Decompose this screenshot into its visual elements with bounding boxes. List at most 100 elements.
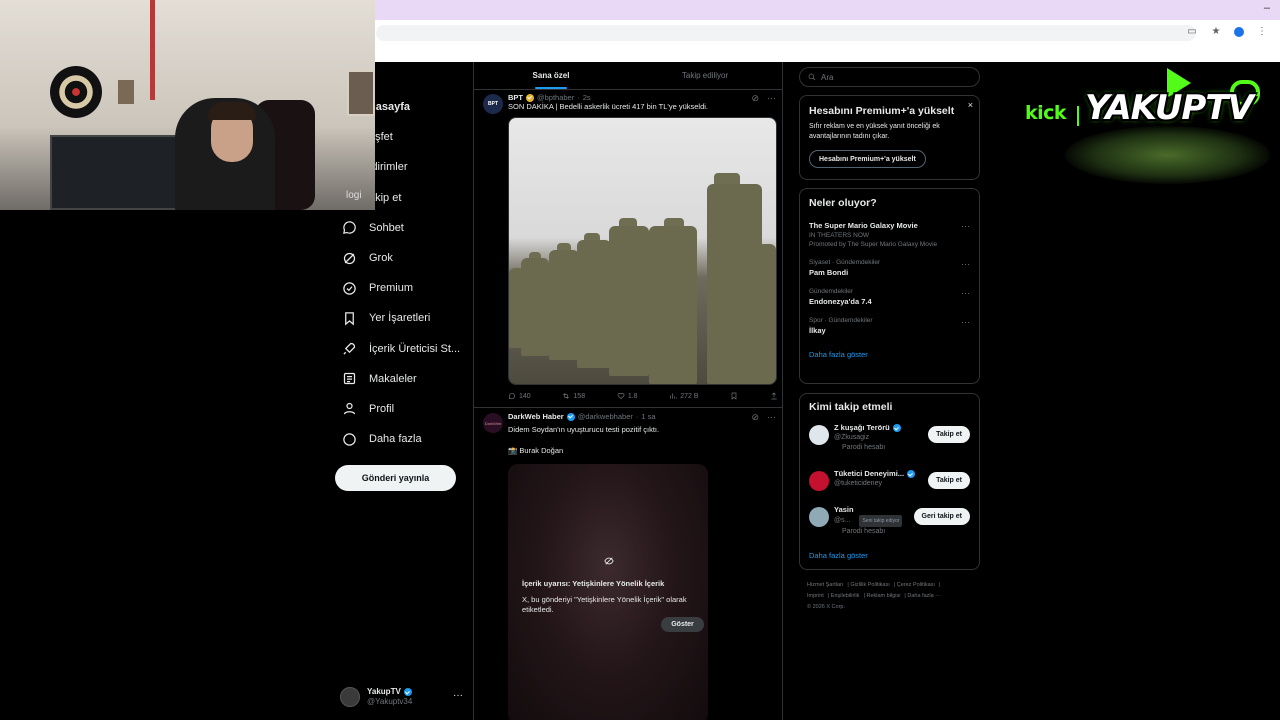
tweet-time[interactable]: 2s xyxy=(583,93,591,102)
soldiers-photo xyxy=(509,118,776,384)
avatar xyxy=(809,507,829,527)
retweet-button[interactable]: 158 xyxy=(562,392,585,400)
more-options-icon[interactable]: ··· xyxy=(961,221,970,231)
post-button[interactable]: Gönderi yayınla xyxy=(335,465,456,491)
verified-badge-icon xyxy=(403,688,412,696)
sidebar-item-more[interactable]: Daha fazla xyxy=(330,424,470,454)
who-to-follow-show-more-link[interactable]: Daha fazla göster xyxy=(800,551,979,560)
search-box[interactable] xyxy=(799,67,980,87)
reply-button[interactable]: 140 xyxy=(508,392,531,400)
more-icon xyxy=(340,430,358,448)
more-options-icon[interactable]: ··· xyxy=(961,317,970,327)
sidebar-item-label: nasayfa xyxy=(369,101,410,114)
extension-icon[interactable] xyxy=(1234,27,1244,37)
tweet-author-handle[interactable]: @darkwebhaber xyxy=(578,412,633,421)
footer-link[interactable]: Imprint xyxy=(807,593,824,599)
stream-logo-overlay: kick YAKUPTV xyxy=(1025,66,1270,186)
grok-icon[interactable]: ⊘ xyxy=(751,93,759,104)
minimize-icon[interactable]: – xyxy=(1264,2,1270,14)
premium-description: Sıfır reklam ve en yüksek yanıt önceliği… xyxy=(809,123,940,140)
tab-for-you[interactable]: Sana özel xyxy=(474,62,628,89)
follow-suggestion[interactable]: Tüketici Deneyimi... @tuketicideney Taki… xyxy=(800,469,979,505)
follow-suggestion[interactable]: Yasin @s... Seni takip ediyor Parodi hesa… xyxy=(800,505,979,541)
follow-button[interactable]: Takip et xyxy=(928,472,970,489)
tweet-time[interactable]: 1 sa xyxy=(641,412,655,421)
tweet-author-name[interactable]: BPT xyxy=(508,93,523,102)
grok-icon xyxy=(340,249,358,267)
sidebar-item-premium[interactable]: Premium xyxy=(330,273,470,303)
tweet-actions: 140 158 1.8 272 B xyxy=(508,392,778,400)
trend-item[interactable]: The Super Mario Galaxy Movie IN THEATERS… xyxy=(800,221,979,248)
parody-label: Parodi hesabı xyxy=(842,444,886,451)
avatar xyxy=(809,471,829,491)
footer-link[interactable]: Daha fazla ··· xyxy=(907,593,940,599)
sidebar-item-creator-studio[interactable]: İçerik Üreticisi St... xyxy=(330,334,470,364)
trend-item[interactable]: Spor · Gündemdekiler İlkay ··· xyxy=(800,317,979,335)
tweet-author-name[interactable]: DarkWeb Haber xyxy=(508,412,564,421)
hidden-eye-icon xyxy=(604,557,614,565)
sensitive-media[interactable]: İçerik uyarısı: Yetişkinlere Yönelik İçe… xyxy=(508,464,708,720)
sidebar-item-grok[interactable]: Grok xyxy=(330,243,470,273)
footer-link[interactable]: Hizmet Şartları xyxy=(807,582,843,588)
footer-link[interactable]: Erişilebilirlik xyxy=(831,593,860,599)
sidebar-item-articles[interactable]: Makaleler xyxy=(330,364,470,394)
like-button[interactable]: 1.8 xyxy=(617,392,638,400)
sidebar-item-label: Sohbet xyxy=(369,221,404,234)
footer-link[interactable]: Gizlilik Politikası xyxy=(850,582,889,588)
account-switcher[interactable]: YakupTV @Yakuptv34 ··· xyxy=(340,685,465,709)
trends-show-more-link[interactable]: Daha fazla göster xyxy=(800,350,979,359)
follows-you-badge: Seni takip ediyor xyxy=(859,515,903,527)
who-to-follow-title: Kimi takip etmeli xyxy=(809,401,893,413)
premium-upsell-card: × Hesabını Premium+'a yükselt Sıfır rekl… xyxy=(799,95,980,180)
tweet-photo[interactable] xyxy=(508,117,777,385)
monitor xyxy=(50,135,180,210)
avatar[interactable]: DarkWeb xyxy=(483,413,503,433)
sidebar-item-chat[interactable]: Sohbet xyxy=(330,213,470,243)
trends-card: Neler oluyor? The Super Mario Galaxy Mov… xyxy=(799,188,980,384)
search-input[interactable] xyxy=(821,72,971,82)
premium-upgrade-button[interactable]: Hesabını Premium+'a yükselt xyxy=(809,150,926,168)
tweet-author-handle[interactable]: @bpthaber xyxy=(537,93,574,102)
close-icon[interactable]: × xyxy=(968,100,973,110)
dartboard xyxy=(50,66,102,118)
more-options-icon[interactable]: ··· xyxy=(767,412,776,423)
trend-item[interactable]: Gündemdekiler Endonezya'da 7.4 ··· xyxy=(800,288,979,306)
grok-icon[interactable]: ⊘ xyxy=(751,412,759,423)
follow-button[interactable]: Takip et xyxy=(928,426,970,443)
sidebar-item-label: Premium xyxy=(369,282,414,295)
content-warning-overlay: İçerik uyarısı: Yetişkinlere Yönelik İçe… xyxy=(508,464,708,720)
views-button[interactable]: 272 B xyxy=(669,392,699,400)
avatar[interactable]: BPT xyxy=(483,94,503,114)
more-options-icon[interactable]: ··· xyxy=(453,690,463,701)
cast-icon[interactable]: ▭ xyxy=(1186,26,1198,37)
premium-icon xyxy=(340,279,358,297)
timeline: Sana özel Takip ediliyor BPT BPT @bpthab… xyxy=(473,62,783,720)
tab-following[interactable]: Takip ediliyor xyxy=(628,62,782,89)
bookmark-icon[interactable] xyxy=(730,392,738,400)
follow-suggestion[interactable]: Z kuşağı Terörü @Zkusagiz Parodi hesabı … xyxy=(800,423,979,459)
tweet-text: Didem Soydan'ın uyuşturucu testi pozitif… xyxy=(508,425,660,434)
sidebar-item-bookmarks[interactable]: Yer İşaretleri xyxy=(330,303,470,333)
share-icon[interactable] xyxy=(770,392,778,400)
browser-menu-icon[interactable]: ⋮ xyxy=(1256,26,1268,37)
follow-back-button[interactable]: Geri takip et xyxy=(913,508,970,525)
search-icon xyxy=(808,73,816,81)
verified-badge-icon xyxy=(907,470,916,478)
address-bar[interactable] xyxy=(376,25,1196,41)
show-content-button[interactable]: Göster xyxy=(661,617,704,632)
sidebar-item-label: Grok xyxy=(369,252,393,265)
parody-label: Parodi hesabı xyxy=(842,528,886,535)
tweet[interactable]: DarkWeb DarkWeb Haber @darkwebhaber · 1 … xyxy=(474,409,782,720)
bookmark-star-icon[interactable]: ★ xyxy=(1210,26,1222,37)
trend-item[interactable]: Siyaset · Gündemdekiler Pam Bondi ··· xyxy=(800,259,979,277)
sidebar-item-profile[interactable]: Profil xyxy=(330,394,470,424)
verified-badge-icon xyxy=(566,412,575,421)
avatar xyxy=(809,425,829,445)
more-options-icon[interactable]: ··· xyxy=(767,93,776,104)
tweet[interactable]: BPT BPT @bpthaber · 2s ⊘ ··· SON DAKİKA … xyxy=(474,90,782,408)
content-warning-title: İçerik uyarısı: Yetişkinlere Yönelik İçe… xyxy=(522,579,665,588)
footer-link[interactable]: Çerez Politikası xyxy=(897,582,935,588)
more-options-icon[interactable]: ··· xyxy=(961,259,970,269)
more-options-icon[interactable]: ··· xyxy=(961,288,970,298)
footer-link[interactable]: Reklam bilgisi xyxy=(866,593,900,599)
